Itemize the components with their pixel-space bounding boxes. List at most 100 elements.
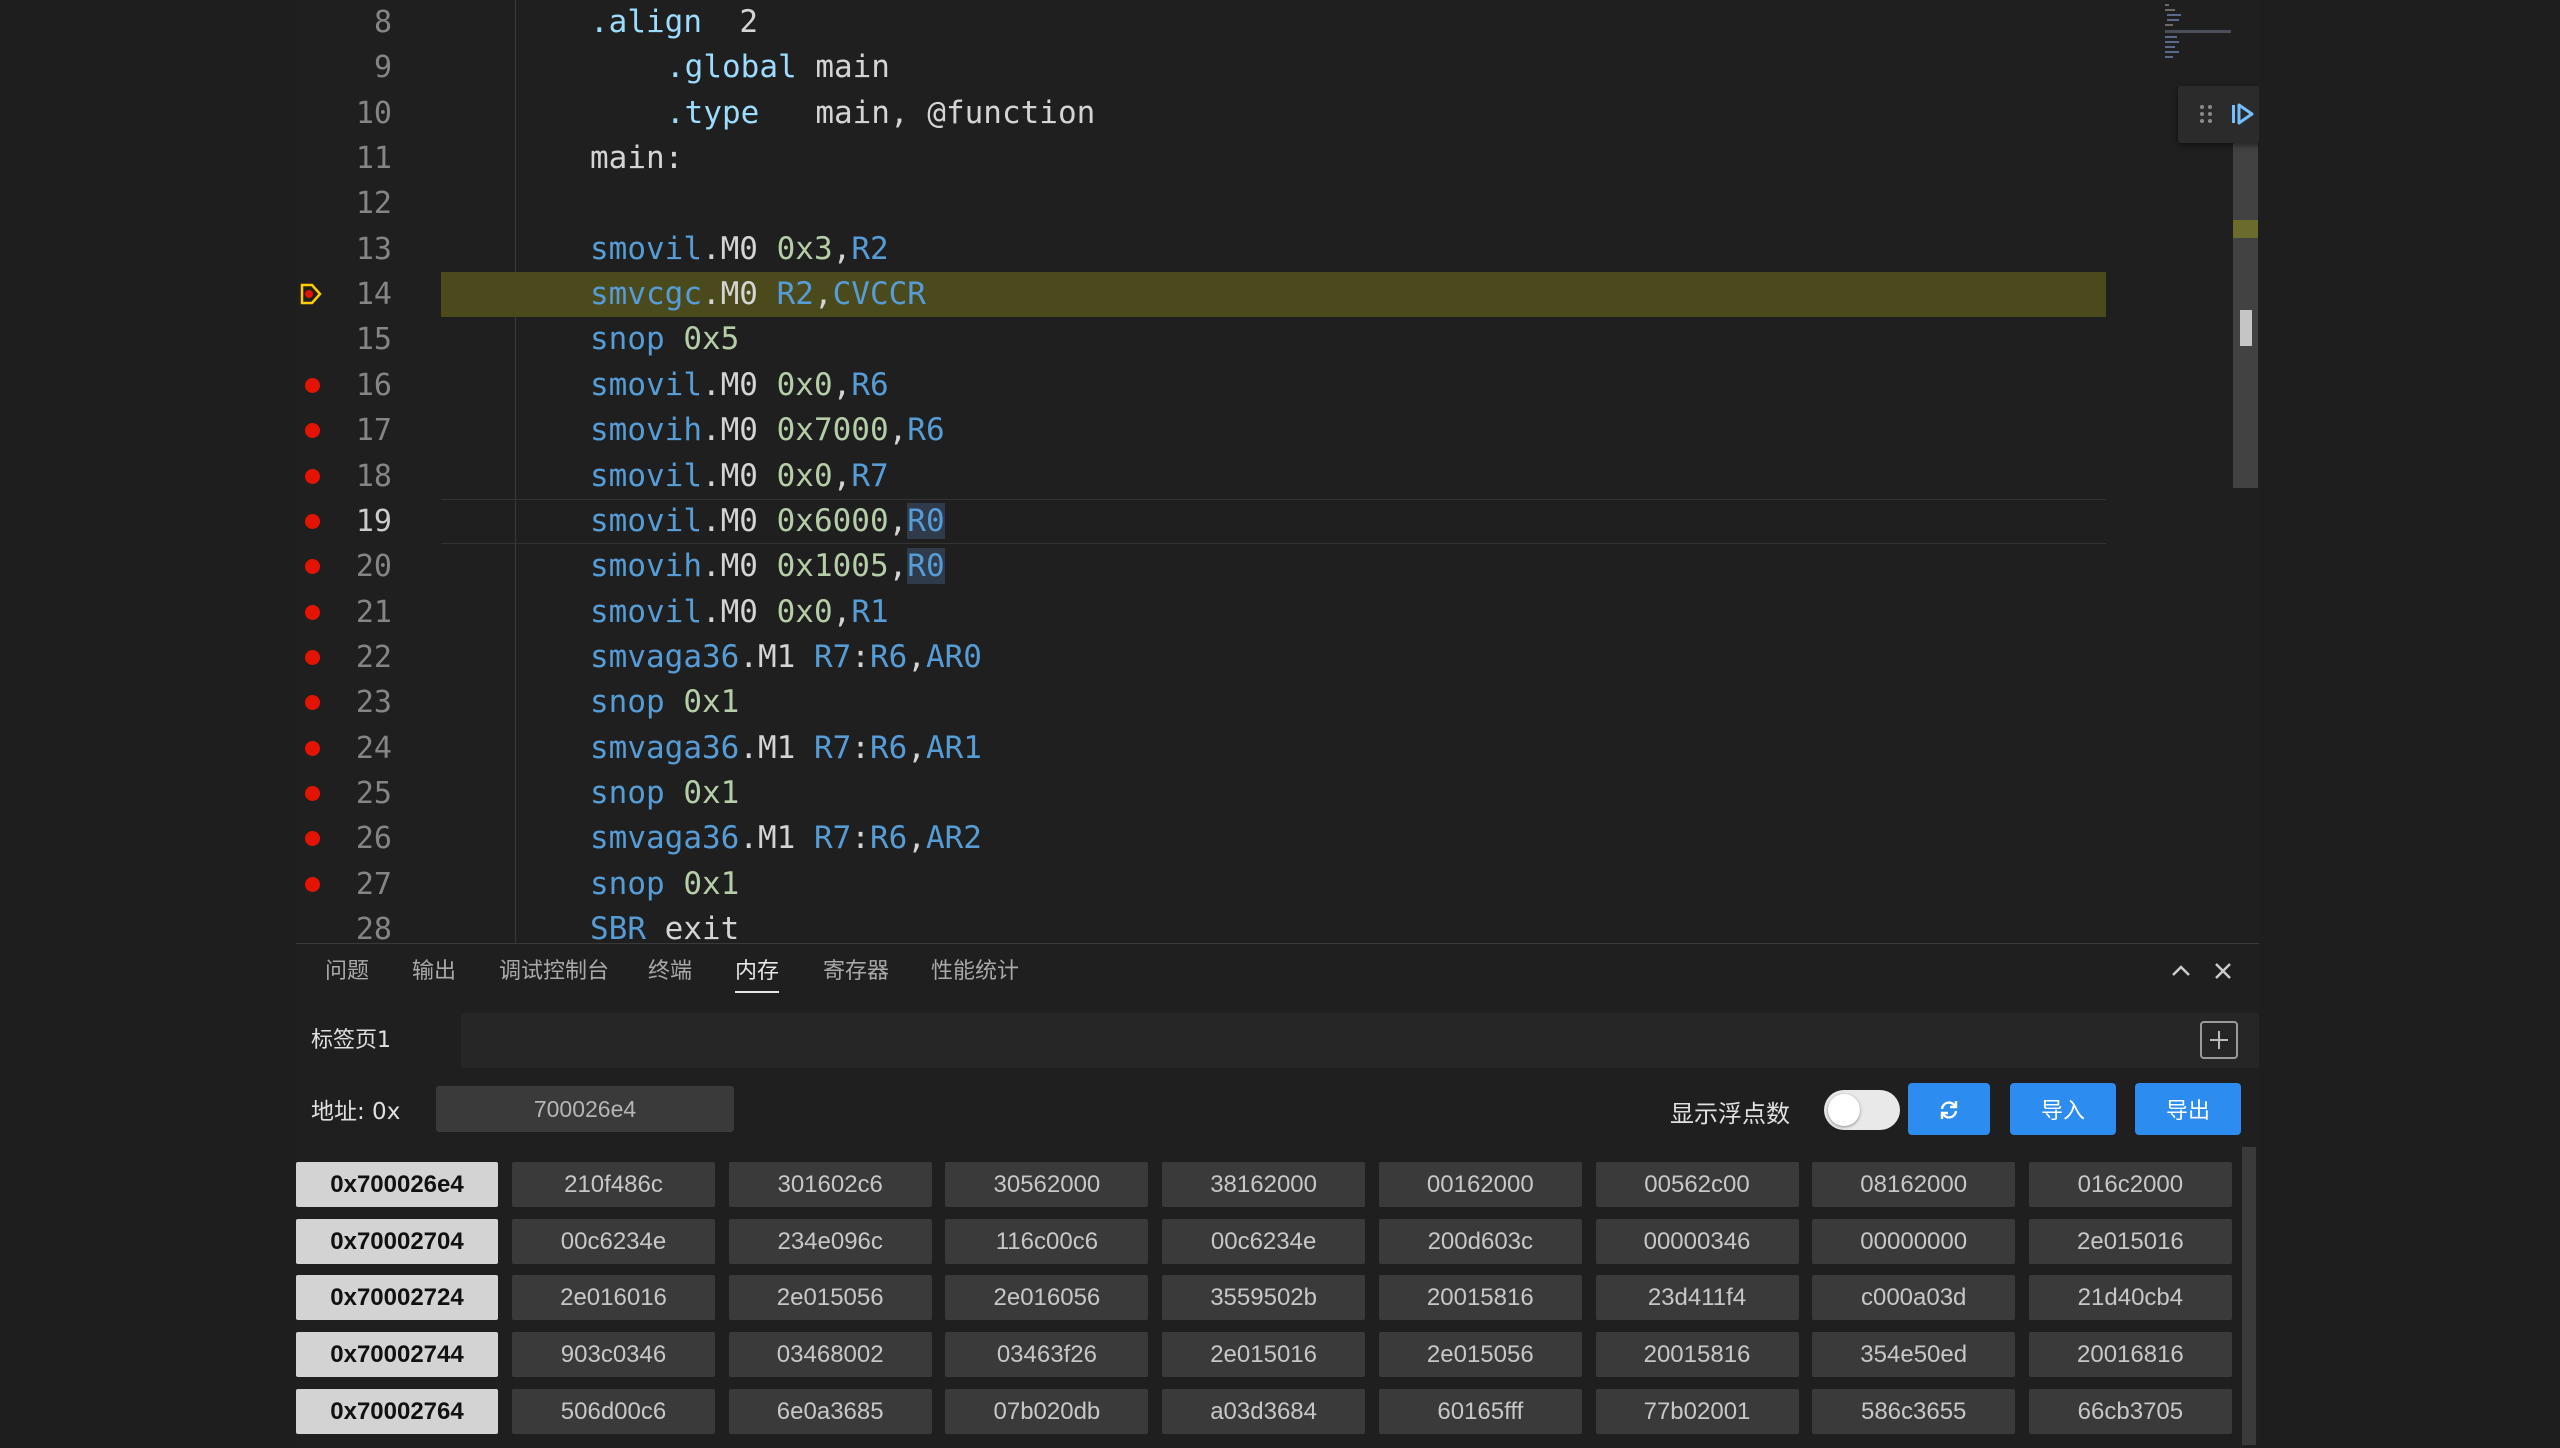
memory-value-cell[interactable]: 586c3655 (1812, 1388, 2016, 1434)
memory-value-cell[interactable]: 20015816 (1378, 1275, 1582, 1321)
code-line[interactable]: .type main, @function (666, 91, 1095, 136)
code-line[interactable]: smovil.M0 0x6000,R0 (590, 499, 945, 544)
address-input[interactable] (436, 1086, 734, 1132)
memory-value-cell[interactable]: 03463f26 (945, 1332, 1149, 1378)
line-number: 11 (355, 141, 392, 177)
memory-value-cell[interactable]: 66cb3705 (2028, 1388, 2232, 1434)
code-token: , (888, 548, 908, 585)
close-panel-icon[interactable] (2208, 956, 2238, 986)
code-line[interactable]: smovih.M0 0x1005,R0 (590, 544, 945, 589)
breakpoint-icon[interactable] (305, 740, 320, 756)
code-line[interactable]: main: (590, 136, 683, 181)
memory-value-cell[interactable]: 00162000 (1378, 1162, 1582, 1207)
memory-value-cell[interactable]: 200d603c (1378, 1218, 1582, 1264)
memory-value-cell[interactable]: 60165fff (1378, 1388, 1582, 1434)
tab-output[interactable]: 输出 (412, 944, 456, 999)
code-line[interactable]: snop 0x1 (590, 771, 739, 816)
tab-problems[interactable]: 问题 (325, 944, 369, 999)
add-tab-button[interactable] (2200, 1021, 2238, 1059)
memory-value-cell[interactable]: 03468002 (728, 1332, 932, 1378)
memory-address-cell[interactable]: 0x70002764 (296, 1388, 498, 1434)
memory-value-cell[interactable]: 903c0346 (512, 1332, 715, 1378)
memory-value-cell[interactable]: 2e016056 (945, 1275, 1149, 1321)
memory-value-cell[interactable]: 016c2000 (2028, 1162, 2232, 1207)
code-line[interactable]: snop 0x1 (590, 680, 739, 725)
memory-value-cell[interactable]: 00562c00 (1595, 1162, 1799, 1207)
memory-value-cell[interactable]: 2e015056 (1378, 1332, 1582, 1378)
maximize-panel-icon[interactable] (2166, 956, 2196, 986)
subtab-1[interactable]: 标签页1 (296, 1013, 461, 1068)
code-line[interactable]: snop 0x5 (590, 317, 739, 362)
continue-icon[interactable] (2226, 98, 2258, 130)
memory-value-cell[interactable]: 20015816 (1595, 1332, 1799, 1378)
code-token: CVCCR (832, 276, 926, 313)
memory-value-cell[interactable]: 2e015016 (2028, 1218, 2232, 1264)
breakpoint-icon[interactable] (305, 785, 320, 801)
memory-address-cell[interactable]: 0x700026e4 (296, 1162, 498, 1207)
code-line[interactable]: smvaga36.M1 R7:R6,AR1 (590, 726, 982, 771)
breakpoint-icon[interactable] (305, 649, 320, 665)
memory-value-cell[interactable]: 77b02001 (1595, 1388, 1799, 1434)
memory-value-cell[interactable]: 210f486c (512, 1162, 715, 1207)
memory-address-cell[interactable]: 0x70002724 (296, 1275, 498, 1321)
code-editor[interactable]: 8 .align 2 9 .global main 10 .type main, @fun… (296, 0, 2259, 943)
memory-value-cell[interactable]: 301602c6 (728, 1162, 932, 1207)
code-line[interactable]: smovil.M0 0x0,R6 (590, 363, 889, 408)
breakpoint-icon[interactable] (305, 468, 320, 484)
code-token: , (888, 412, 908, 449)
code-line[interactable]: smovih.M0 0x7000,R6 (590, 408, 945, 453)
code-line[interactable]: smovil.M0 0x0,R1 (590, 590, 889, 635)
memory-value-cell[interactable]: 23d411f4 (1595, 1275, 1799, 1321)
code-line[interactable]: smvaga36.M1 R7:R6,AR2 (590, 816, 982, 861)
tab-debug-console[interactable]: 调试控制台 (499, 944, 609, 999)
code-line[interactable]: .align 2 (590, 0, 758, 45)
memory-value-cell[interactable]: 00c6234e (1162, 1218, 1366, 1264)
tab-performance[interactable]: 性能统计 (931, 944, 1019, 999)
memory-value-cell[interactable]: 6e0a3685 (728, 1388, 932, 1434)
memory-value-cell[interactable]: 116c00c6 (945, 1218, 1149, 1264)
code-line[interactable]: smvaga36.M1 R7:R6,AR0 (590, 635, 982, 680)
memory-value-cell[interactable]: 2e015056 (728, 1275, 932, 1321)
code-line[interactable]: smovil.M0 0x0,R7 (590, 454, 889, 499)
memory-value-cell[interactable]: a03d3684 (1162, 1388, 1366, 1434)
breakpoint-icon[interactable] (305, 604, 320, 620)
code-line[interactable]: smvcgc.M0 R2,CVCCR (590, 272, 926, 317)
code-line[interactable]: snop 0x1 (590, 862, 739, 907)
memory-value-cell[interactable]: 20016816 (2028, 1332, 2232, 1378)
memory-address-cell[interactable]: 0x70002744 (296, 1332, 498, 1378)
tab-registers[interactable]: 寄存器 (823, 944, 889, 999)
memory-value-cell[interactable]: 506d00c6 (512, 1388, 715, 1434)
export-button[interactable]: 导出 (2135, 1083, 2241, 1135)
memory-value-cell[interactable]: 30562000 (945, 1162, 1149, 1207)
drag-handle-icon[interactable] (2190, 98, 2222, 130)
code-line[interactable]: .global main (666, 45, 890, 90)
memory-grid-scrollbar[interactable] (2242, 1147, 2256, 1445)
tab-memory[interactable]: 内存 (735, 944, 780, 999)
editor-scrollbar[interactable] (2233, 108, 2258, 488)
memory-value-cell[interactable]: c000a03d (1812, 1275, 2016, 1321)
memory-value-cell[interactable]: 00c6234e (512, 1218, 715, 1264)
memory-value-cell[interactable]: 234e096c (728, 1218, 932, 1264)
memory-value-cell[interactable]: 3559502b (1162, 1275, 1366, 1321)
breakpoint-icon[interactable] (305, 876, 320, 892)
memory-value-cell[interactable]: 354e50ed (1812, 1332, 2016, 1378)
memory-address-cell[interactable]: 0x70002704 (296, 1218, 498, 1264)
memory-value-cell[interactable]: 08162000 (1812, 1162, 2016, 1207)
float-display-toggle[interactable] (1824, 1090, 1900, 1130)
memory-value-cell[interactable]: 2e015016 (1162, 1332, 1366, 1378)
memory-value-cell[interactable]: 00000000 (1812, 1218, 2016, 1264)
code-token: 2 (739, 4, 758, 40)
breakpoint-icon[interactable] (305, 513, 320, 529)
refresh-button[interactable] (1908, 1083, 1990, 1135)
breakpoint-icon[interactable] (305, 377, 320, 393)
tab-terminal[interactable]: 终端 (648, 944, 692, 999)
code-line[interactable]: SBR exit (590, 907, 739, 943)
memory-value-cell[interactable]: 21d40cb4 (2028, 1275, 2232, 1321)
code-line[interactable]: smovil.M0 0x3,R2 (590, 227, 889, 272)
debug-current-line-icon (300, 283, 322, 305)
memory-value-cell[interactable]: 00000346 (1595, 1218, 1799, 1264)
memory-value-cell[interactable]: 38162000 (1162, 1162, 1366, 1207)
memory-value-cell[interactable]: 2e016016 (512, 1275, 715, 1321)
import-button[interactable]: 导入 (2010, 1083, 2116, 1135)
memory-value-cell[interactable]: 07b020db (945, 1388, 1149, 1434)
